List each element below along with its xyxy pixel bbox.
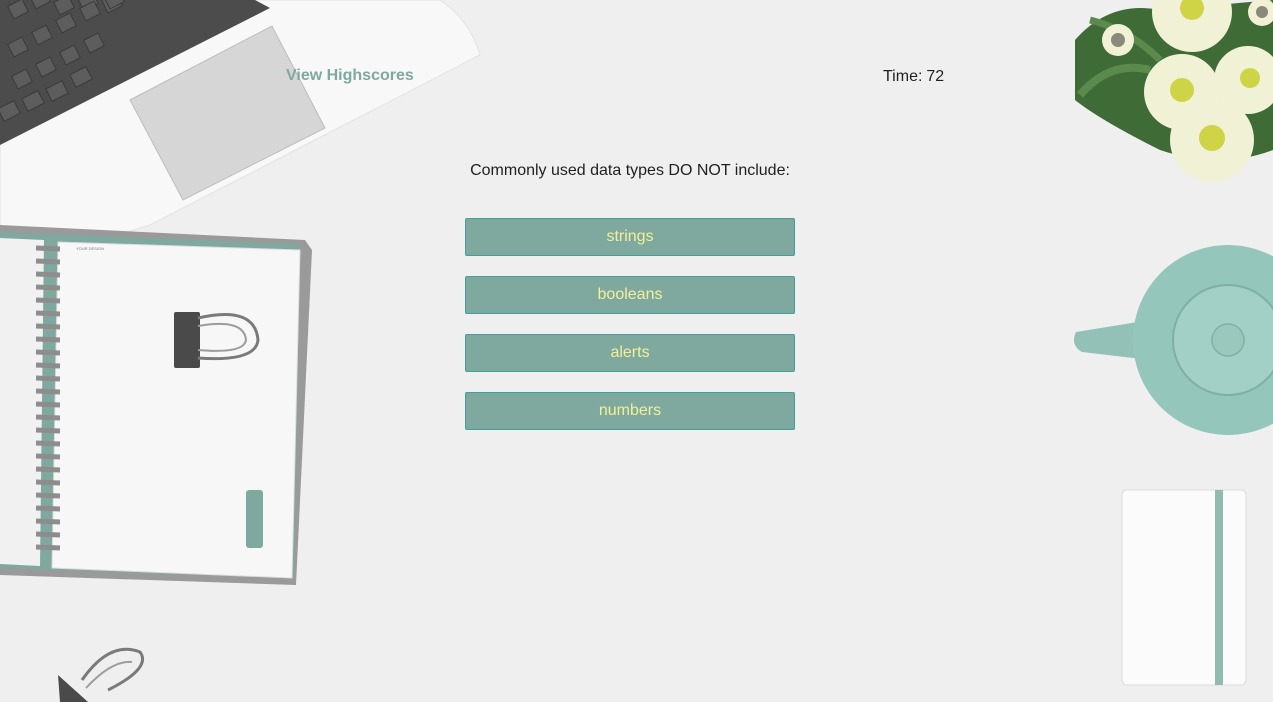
choice-button-strings[interactable]: strings: [465, 218, 795, 256]
choice-button-alerts[interactable]: alerts: [465, 334, 795, 372]
answer-choices: strings booleans alerts numbers: [465, 218, 795, 450]
timer-value: 72: [926, 68, 945, 85]
dotted-notebook-image: [1121, 489, 1247, 686]
flowers-image: [1075, 0, 1273, 182]
notebook-image: YOUR DESIGN: [0, 225, 312, 585]
question-text: Commonly used data types DO NOT include:: [470, 162, 790, 179]
binder-clip-image: [58, 647, 144, 702]
timer-label: Time:: [883, 68, 923, 85]
laptop-image: [0, 0, 481, 253]
choice-button-numbers[interactable]: numbers: [465, 392, 795, 430]
teapot-image: [1074, 245, 1273, 435]
choice-button-booleans[interactable]: booleans: [465, 276, 795, 314]
view-highscores-link[interactable]: View Highscores: [286, 67, 414, 85]
timer: Time: 72: [883, 68, 944, 86]
notebook-cover-text: YOUR DESIGN: [76, 246, 104, 251]
